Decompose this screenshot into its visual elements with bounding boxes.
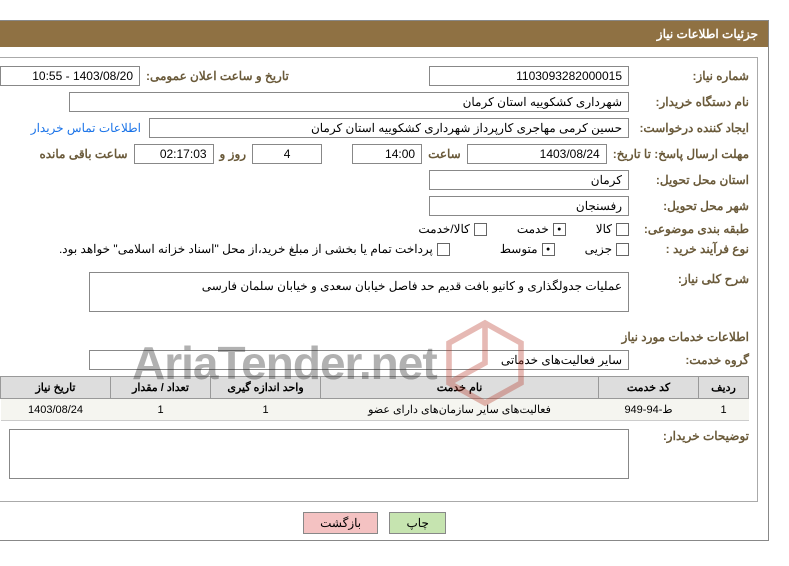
- main-panel: جزئیات اطلاعات نیاز AriaTender.net شماره…: [0, 20, 769, 541]
- radio-checked-icon: [542, 243, 555, 256]
- radio-partial[interactable]: جزیی: [585, 242, 629, 256]
- panel-title: جزئیات اطلاعات نیاز: [0, 21, 768, 47]
- field-buyer-notes: [9, 429, 629, 479]
- check-service[interactable]: خدمت: [517, 222, 566, 236]
- field-reply-time: 14:00: [352, 144, 422, 164]
- radio-medium[interactable]: متوسط: [500, 242, 555, 256]
- field-delivery-city: رفسنجان: [429, 196, 629, 216]
- button-row: چاپ بازگشت: [0, 512, 768, 534]
- label-delivery-prov: استان محل تحویل:: [629, 173, 749, 187]
- label-announce-dt: تاریخ و ساعت اعلان عمومی:: [140, 69, 289, 83]
- back-button[interactable]: بازگشت: [303, 512, 378, 534]
- field-need-no: 1103093282000015: [429, 66, 629, 86]
- check-goods[interactable]: کالا: [596, 222, 629, 236]
- label-delivery-city: شهر محل تحویل:: [629, 199, 749, 213]
- print-button[interactable]: چاپ: [389, 512, 445, 534]
- service-table: ردیف کد خدمت نام خدمت واحد اندازه گیری ت…: [0, 376, 749, 421]
- check-label-goods-service: کالا/خدمت: [418, 222, 469, 236]
- th-unit: واحد اندازه گیری: [211, 377, 321, 399]
- check-pay-note[interactable]: پرداخت تمام یا بخشی از مبلغ خرید،از محل …: [59, 242, 450, 256]
- cell-qty: 1: [111, 399, 211, 421]
- label-buyer-notes: توضیحات خریدار:: [629, 429, 749, 443]
- pay-note-text: پرداخت تمام یا بخشی از مبلغ خرید،از محل …: [59, 242, 433, 256]
- form-body: AriaTender.net شماره نیاز: 1103093282000…: [0, 57, 758, 502]
- field-need-desc: عملیات جدولگذاری و کانیو بافت قدیم حد فا…: [89, 272, 629, 312]
- label-subject-cat: طبقه بندی موضوعی:: [629, 222, 749, 236]
- label-buyer-org: نام دستگاه خریدار:: [629, 95, 749, 109]
- field-remaining: 02:17:03: [134, 144, 214, 164]
- checkbox-icon: [616, 223, 629, 236]
- label-hour: ساعت: [428, 147, 461, 161]
- checkbox-icon: [437, 243, 450, 256]
- radio-label-partial: جزیی: [585, 242, 612, 256]
- field-days: 4: [252, 144, 322, 164]
- th-code: کد خدمت: [599, 377, 699, 399]
- label-service-group: گروه خدمت:: [629, 353, 749, 367]
- field-buyer-org: شهرداری کشکوییه استان کرمان: [69, 92, 629, 112]
- check-label-goods: کالا: [596, 222, 612, 236]
- field-service-group: سایر فعالیت‌های خدماتی: [89, 350, 629, 370]
- radio-icon: [616, 243, 629, 256]
- field-announce-dt: 1403/08/20 - 10:55: [0, 66, 140, 86]
- th-date: تاریخ نیاز: [1, 377, 111, 399]
- cell-code: ط-94-949: [599, 399, 699, 421]
- label-requester: ایجاد کننده درخواست:: [629, 121, 749, 135]
- cell-unit: 1: [211, 399, 321, 421]
- cell-row: 1: [699, 399, 749, 421]
- label-purchase-type: نوع فرآیند خرید :: [629, 242, 749, 256]
- cell-date: 1403/08/24: [1, 399, 111, 421]
- section-service-info: اطلاعات خدمات مورد نیاز: [0, 330, 749, 344]
- field-delivery-prov: کرمان: [429, 170, 629, 190]
- label-days-and: روز و: [220, 147, 247, 161]
- label-reply-deadline: مهلت ارسال پاسخ: تا تاریخ:: [607, 147, 749, 161]
- th-row: ردیف: [699, 377, 749, 399]
- cell-name: فعالیت‌های سایر سازمان‌های دارای عضو: [321, 399, 599, 421]
- label-need-desc: شرح کلی نیاز:: [629, 272, 749, 286]
- th-name: نام خدمت: [321, 377, 599, 399]
- field-reply-date: 1403/08/24: [467, 144, 607, 164]
- contact-link[interactable]: اطلاعات تماس خریدار: [31, 121, 141, 135]
- field-requester: حسین کرمی مهاجری کارپرداز شهرداری کشکویی…: [149, 118, 629, 138]
- label-time-remain: ساعت باقی مانده: [39, 147, 127, 161]
- label-need-no: شماره نیاز:: [629, 69, 749, 83]
- radio-label-medium: متوسط: [500, 242, 538, 256]
- checkbox-icon: [474, 223, 487, 236]
- th-qty: تعداد / مقدار: [111, 377, 211, 399]
- table-row: 1 ط-94-949 فعالیت‌های سایر سازمان‌های دا…: [1, 399, 749, 421]
- check-goods-service[interactable]: کالا/خدمت: [418, 222, 486, 236]
- checkbox-checked-icon: [553, 223, 566, 236]
- check-label-service: خدمت: [517, 222, 549, 236]
